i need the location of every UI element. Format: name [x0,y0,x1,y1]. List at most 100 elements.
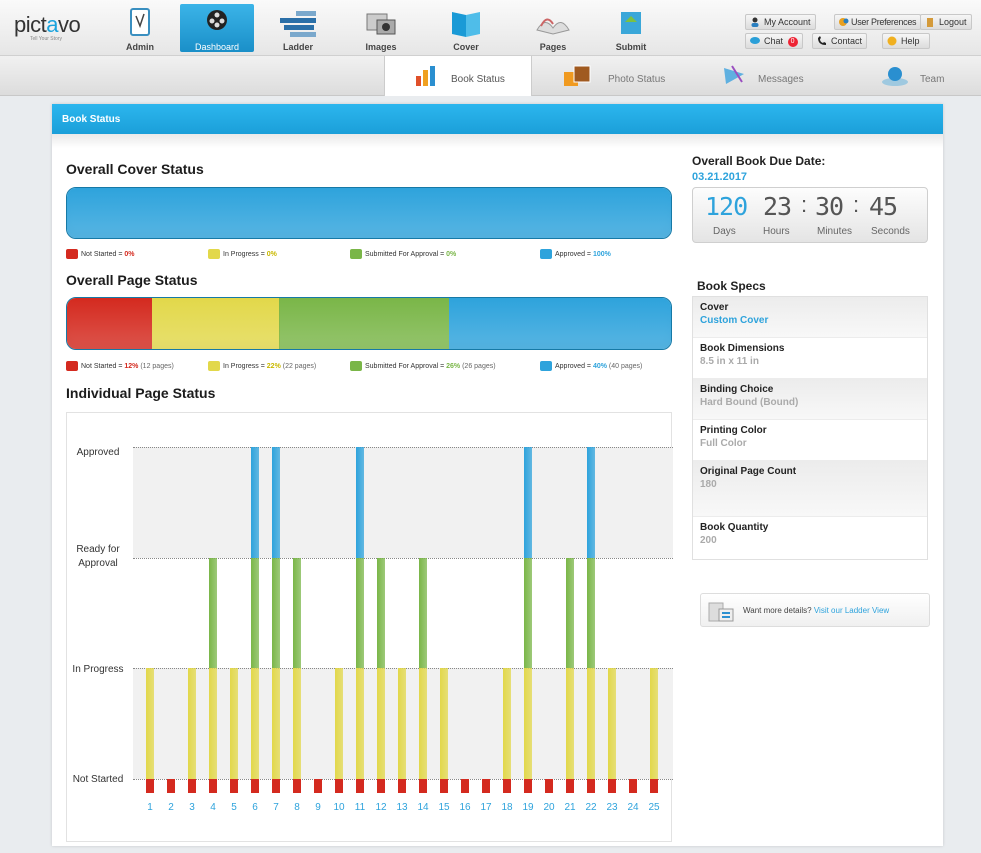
cover-status-title: Overall Cover Status [66,161,204,177]
chat-label: Chat [764,36,784,46]
y-axis-label: In Progress [72,664,124,675]
cover-status-bar [66,187,672,239]
cover-status-legend-swatch [350,249,362,259]
chart-bar-segment-submitted [272,558,280,668]
contact-button[interactable]: Contact [812,33,868,49]
images-icon [366,13,396,35]
top-bar: pictavo Tell Your Story Admin Dashboard … [0,0,981,56]
chart-bar-segment-submitted [356,558,364,668]
tab-book-status[interactable]: Book Status [384,56,532,96]
my-account-button[interactable]: My Account [745,14,816,30]
page-status-legend-label: Submitted For Approval = [365,362,447,370]
nav-admin[interactable]: Admin [118,4,162,52]
page-status-legend-pages: (22 pages) [280,362,317,370]
countdown-seconds: 45 [869,192,898,221]
nav-ladder[interactable]: Ladder [274,4,322,52]
chart-bar-segment-in-progress [377,668,385,779]
x-axis-label: 4 [210,802,216,813]
countdown-seconds-label: Seconds [871,226,910,237]
page-status-legend-label: Not Started = [81,362,125,370]
chart-bar-segment-not-started [503,779,511,793]
nav-cover[interactable]: Cover [442,4,490,52]
nav-dashboard-label: Dashboard [194,42,240,52]
countdown-separator: : [853,192,860,217]
tab-photo-status[interactable]: Photo Status [532,56,682,96]
photos-icon [564,65,591,86]
x-axis-label: 11 [354,802,366,813]
chart-bar-segment-not-started [650,779,658,793]
chart-bar-segment-approved [356,447,364,558]
spec-value: Hard Bound (Bound) [700,397,799,408]
chart-bar-segment-not-started [314,779,322,793]
chat-button[interactable]: Chat 0 [745,33,803,49]
x-axis-label: 13 [396,802,408,813]
chart-bar-segment-not-started [356,779,364,793]
x-axis-label: 14 [417,802,429,813]
cover-status-legend-percent: 0% [446,250,457,258]
cover-status-legend-percent: 100% [592,250,611,258]
chart-bar-segment-in-progress [293,668,301,779]
x-axis-label: 17 [480,802,492,813]
page-status-segment-not-started [67,298,152,349]
nav-submit[interactable]: Submit [608,4,654,52]
x-axis-label: 19 [522,802,534,813]
nav-cover-label: Cover [453,42,479,52]
chart-bar-segment-not-started [608,779,616,793]
nav-dashboard[interactable]: Dashboard [180,4,254,52]
page-status-segment-approved [449,298,671,349]
chart-bar-segment-not-started [398,779,406,793]
user-preferences-button[interactable]: User Preferences [834,14,922,30]
x-axis-label: 16 [459,802,471,813]
nav-pages[interactable]: Pages [528,4,578,52]
panel-title: Book Status [52,104,943,134]
book-cover-icon [452,12,480,37]
help-icon [887,36,897,46]
tab-messages-label: Messages [758,74,804,85]
logout-button[interactable]: Logout [920,14,972,30]
page-status-legend-pages: (40 pages) [606,362,643,370]
ladder-view-icon [708,602,734,622]
chart-bar-segment-not-started [629,779,637,793]
page-status-legend-label: In Progress = [223,362,267,370]
spec-original-page-count: Original Page Count 180 [693,461,927,517]
chart-bar-segment-in-progress [440,668,448,779]
y-axis-label: Not Started [72,774,124,785]
chart-bar-segment-submitted [419,558,427,668]
chart-bar-segment-not-started [419,779,427,793]
cover-status-legend-label: Submitted For Approval = [365,250,447,258]
chart-bar-segment-submitted [377,558,385,668]
tab-team[interactable]: Team [850,56,981,96]
ladder-view-link[interactable]: Visit our Ladder View [814,606,889,615]
nav-images[interactable]: Images [356,4,406,52]
chart-bar-segment-in-progress [419,668,427,779]
spec-value: 200 [700,535,717,546]
chart-bar-segment-not-started [461,779,469,793]
chart-bar-segment-not-started [335,779,343,793]
page-status-legend-item-approved: Approved = 40% (40 pages) [540,361,642,371]
spec-key: Book Dimensions [700,343,785,354]
y-axis-label: Approved [76,447,120,458]
x-axis-label: 15 [438,802,450,813]
chart-bar-segment-not-started [188,779,196,793]
help-button[interactable]: Help [882,33,930,49]
page-status-legend-pages: (26 pages) [460,362,496,370]
x-axis-label: 22 [585,802,597,813]
chart-bar-segment-in-progress [146,668,154,779]
chart-bar-segment-submitted [587,558,595,668]
x-axis-label: 3 [189,802,195,813]
chart-bar-segment-not-started [146,779,154,793]
chart-bar-segment-submitted [251,558,259,668]
x-axis-label: 7 [273,802,279,813]
chart-bar-segment-not-started [440,779,448,793]
nav-submit-label: Submit [615,42,647,52]
ladder-icon [280,11,316,37]
pictavo-logo[interactable]: pictavo [14,12,81,38]
cover-status-legend-label: Not Started = [81,250,125,258]
chart-bar-segment-not-started [230,779,238,793]
spec-book-dimensions: Book Dimensions 8.5 in x 11 in [693,338,927,379]
book-specs-list: Cover Custom Cover Book Dimensions 8.5 i… [692,296,928,560]
ladder-view-callout: Want more details? Visit our Ladder View [700,593,930,627]
tab-messages[interactable]: Messages [690,56,820,96]
countdown-timer: 120 23 : 30 : 45 Days Hours Minutes Seco… [692,187,928,243]
chart-bar-segment-approved [251,447,259,558]
